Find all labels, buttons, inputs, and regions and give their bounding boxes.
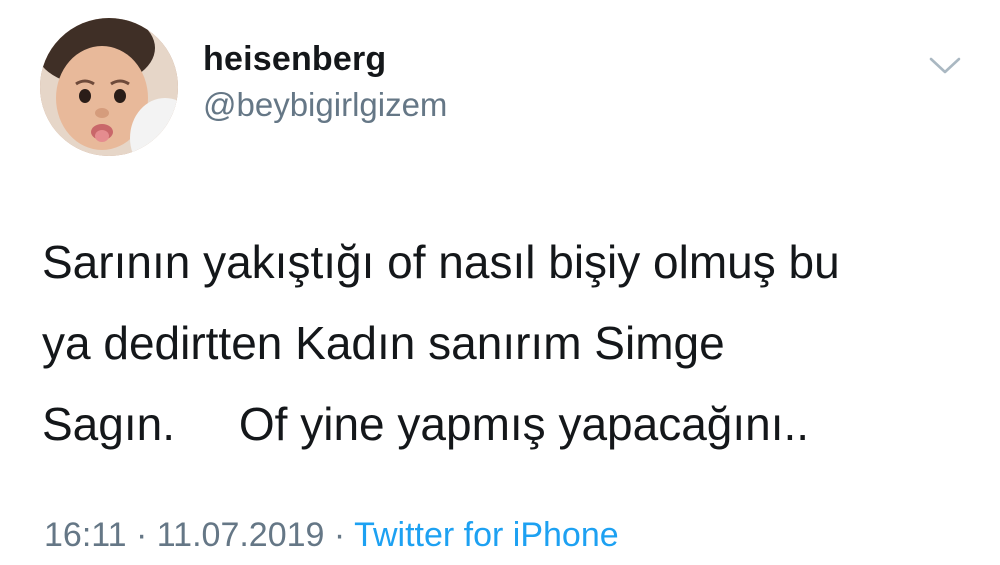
tweet-card: heisenberg @beybigirlgizem Sarının yakış… <box>0 0 1000 565</box>
tweet-time[interactable]: 16:11 <box>44 516 127 554</box>
meta-separator: · <box>136 516 148 554</box>
display-name[interactable]: heisenberg <box>203 40 386 79</box>
tweet-metadata: 16:11 · 11.07.2019 · Twitter for iPhone <box>44 516 619 555</box>
tweet-source-link[interactable]: Twitter for iPhone <box>354 516 619 554</box>
tweet-text-line: ya dedirtten Kadın sanırım Simge <box>42 317 725 369</box>
avatar[interactable] <box>40 18 178 156</box>
tweet-text: Sarının yakıştığı of nasıl bişiy olmuş b… <box>42 222 972 465</box>
avatar-image <box>40 18 178 156</box>
tweet-text-line: Sarının yakıştığı of nasıl bişiy olmuş b… <box>42 236 840 288</box>
tweet-text-line: Sagın. Of yine yapmış yapacağını.. <box>42 398 810 450</box>
tweet-date[interactable]: 11.07.2019 <box>157 516 325 554</box>
chevron-down-icon[interactable] <box>928 56 962 76</box>
meta-separator: · <box>333 516 346 554</box>
user-handle[interactable]: @beybigirlgizem <box>203 86 447 124</box>
